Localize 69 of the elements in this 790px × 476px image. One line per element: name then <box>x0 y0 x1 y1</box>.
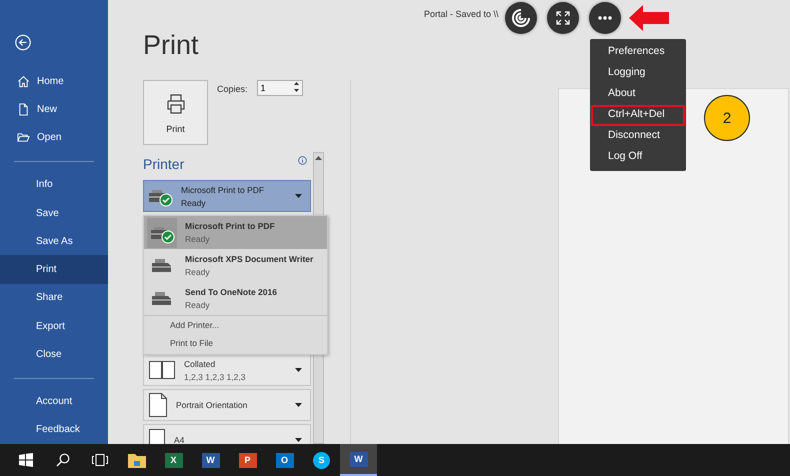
printer-option[interactable]: Send To OneNote 2016 Ready <box>144 282 327 316</box>
menu-item[interactable]: Ctrl+Alt+Del <box>591 105 685 126</box>
menu-item[interactable]: Log Off <box>590 147 686 168</box>
copies-spinner[interactable]: 1 <box>256 80 303 96</box>
document-icon <box>17 102 30 116</box>
caret-icon <box>295 368 302 372</box>
app-icon: O <box>276 452 294 468</box>
task-view-icon <box>92 453 108 467</box>
taskbar-button[interactable]: W <box>192 444 229 476</box>
print-button[interactable]: Print <box>143 80 208 145</box>
printer-menu-item[interactable]: Add Printer... <box>144 316 327 334</box>
sidebar-item[interactable]: Save <box>0 198 108 228</box>
printer-heading: Printer <box>143 156 184 172</box>
menu-item[interactable]: Preferences <box>590 42 686 63</box>
printer-icon <box>151 258 173 274</box>
sidebar-item[interactable]: Save As <box>0 227 108 256</box>
sidebar-item[interactable]: Feedback <box>0 416 108 444</box>
collated-pages-icon <box>149 361 175 379</box>
folder-icon <box>128 452 146 468</box>
taskbar-button[interactable]: X <box>155 444 192 476</box>
caret-icon <box>295 438 302 442</box>
caret-icon <box>295 403 302 407</box>
printer-option[interactable]: Microsoft XPS Document Writer Ready <box>144 249 327 282</box>
back-icon[interactable] <box>14 34 32 51</box>
page-title: Print <box>143 30 200 62</box>
taskbar-button[interactable]: O <box>266 444 303 476</box>
sidebar-item[interactable]: Print <box>0 255 108 284</box>
sidebar-item[interactable]: Home <box>0 66 108 96</box>
printer-option[interactable]: Microsoft Print to PDF Ready <box>144 216 327 249</box>
printer-icon <box>151 290 173 306</box>
app-icon: W <box>202 452 220 468</box>
menu-item[interactable]: Logging <box>590 63 686 84</box>
copies-label: Copies: <box>217 84 248 94</box>
sidebar-item[interactable]: Export <box>0 312 108 340</box>
windows-icon <box>18 453 32 467</box>
toolbar-button[interactable] <box>589 2 621 34</box>
printer-dropdown[interactable]: Microsoft Print to PDF Ready <box>143 180 311 212</box>
fullscreen-icon <box>556 11 570 25</box>
arrow-icon <box>629 5 669 31</box>
printer-menu-item[interactable]: Print to File <box>144 334 327 352</box>
scroll-up-icon[interactable] <box>315 156 322 160</box>
toolbar-button[interactable] <box>505 2 537 34</box>
setting-dropdown[interactable]: Collated 1,2,3 1,2,3 1,2,3 <box>143 354 311 386</box>
app-icon: X <box>164 452 182 468</box>
info-icon[interactable] <box>298 156 307 165</box>
app-icon: P <box>238 452 256 468</box>
sidebar-item[interactable]: New <box>0 95 108 124</box>
app-icon: S <box>313 452 330 468</box>
sidebar-item[interactable]: Info <box>0 170 108 199</box>
sidebar-item[interactable]: Open <box>0 123 108 152</box>
toolbar-button[interactable] <box>547 2 579 34</box>
menu-item[interactable]: Disconnect <box>590 126 686 147</box>
spiral-icon <box>510 7 532 29</box>
home-icon <box>17 74 30 88</box>
app-icon: W <box>350 452 368 466</box>
taskbar-button[interactable]: P <box>229 444 266 476</box>
setting-dropdown[interactable]: A4 <box>143 424 311 444</box>
caret-icon <box>295 194 302 198</box>
more-icon <box>598 16 612 20</box>
menu-item[interactable]: About <box>590 84 686 105</box>
sidebar-item[interactable]: Close <box>0 340 108 369</box>
window-title: Portal - Saved to \\ <box>424 9 499 19</box>
sidebar-item[interactable]: Account <box>0 387 108 416</box>
taskbar-button[interactable]: W <box>340 444 377 476</box>
folder-icon <box>17 131 30 144</box>
portrait-page-icon <box>149 393 167 417</box>
setting-dropdown[interactable]: Portrait Orientation <box>143 389 311 421</box>
search-icon <box>56 453 70 467</box>
sidebar-item[interactable]: Share <box>0 284 108 312</box>
